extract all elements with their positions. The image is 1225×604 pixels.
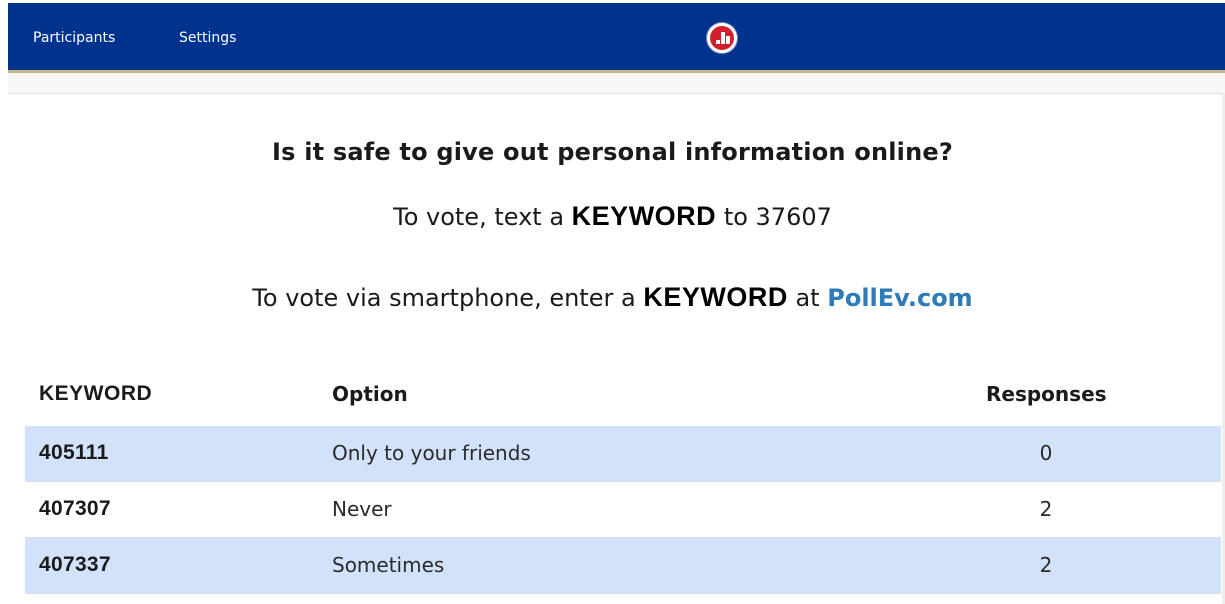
row-responses: 2 — [1039, 553, 1053, 577]
poll-page: Participants Settings Is it safe to give… — [0, 0, 1225, 604]
web-instruction-middle: at — [795, 284, 820, 312]
poll-everywhere-logo-icon[interactable] — [707, 23, 737, 53]
table-row: 407307 Never 2 — [25, 482, 1221, 538]
web-vote-instruction: To vote via smartphone, enter a KEYWORD … — [0, 282, 1225, 313]
row-responses: 2 — [1039, 497, 1053, 521]
settings-link[interactable]: Settings — [179, 30, 236, 46]
participants-link[interactable]: Participants — [33, 30, 115, 46]
row-responses: 0 — [1039, 441, 1053, 465]
logo-bar-short — [716, 40, 720, 44]
table-row: 407337 Sometimes 2 — [25, 538, 1221, 594]
row-keyword: 405111 — [39, 441, 109, 464]
web-instruction-prefix: To vote via smartphone, enter a — [252, 284, 636, 312]
row-keyword: 407337 — [39, 553, 111, 576]
table-row: 405111 Only to your friends 0 — [25, 426, 1221, 482]
table-header: KEYWORD Option Responses — [25, 366, 1221, 426]
text-instruction-suffix: to 37607 — [723, 203, 832, 231]
row-option: Only to your friends — [332, 441, 531, 465]
logo-bar-tall — [721, 32, 725, 44]
pollev-link[interactable]: PollEv.com — [827, 284, 972, 312]
responses-column-header: Responses — [986, 382, 1107, 406]
toolbar-strip — [8, 73, 1225, 94]
row-keyword: 407307 — [39, 497, 111, 520]
text-instruction-prefix: To vote, text a — [393, 203, 565, 231]
row-option: Never — [332, 497, 392, 521]
keyword-column-header: KEYWORD — [39, 382, 153, 405]
web-instruction-keyword: KEYWORD — [643, 282, 788, 312]
text-vote-instruction: To vote, text a KEYWORD to 37607 — [0, 201, 1225, 232]
row-option: Sometimes — [332, 553, 445, 577]
logo-bar-medium — [726, 36, 730, 44]
poll-question: Is it safe to give out personal informat… — [272, 138, 953, 166]
poll-options-table: KEYWORD Option Responses 405111 Only to … — [25, 366, 1221, 594]
top-navigation-bar: Participants Settings — [8, 3, 1225, 73]
logo-circle — [710, 26, 734, 50]
option-column-header: Option — [332, 382, 408, 406]
text-instruction-keyword: KEYWORD — [571, 201, 717, 231]
